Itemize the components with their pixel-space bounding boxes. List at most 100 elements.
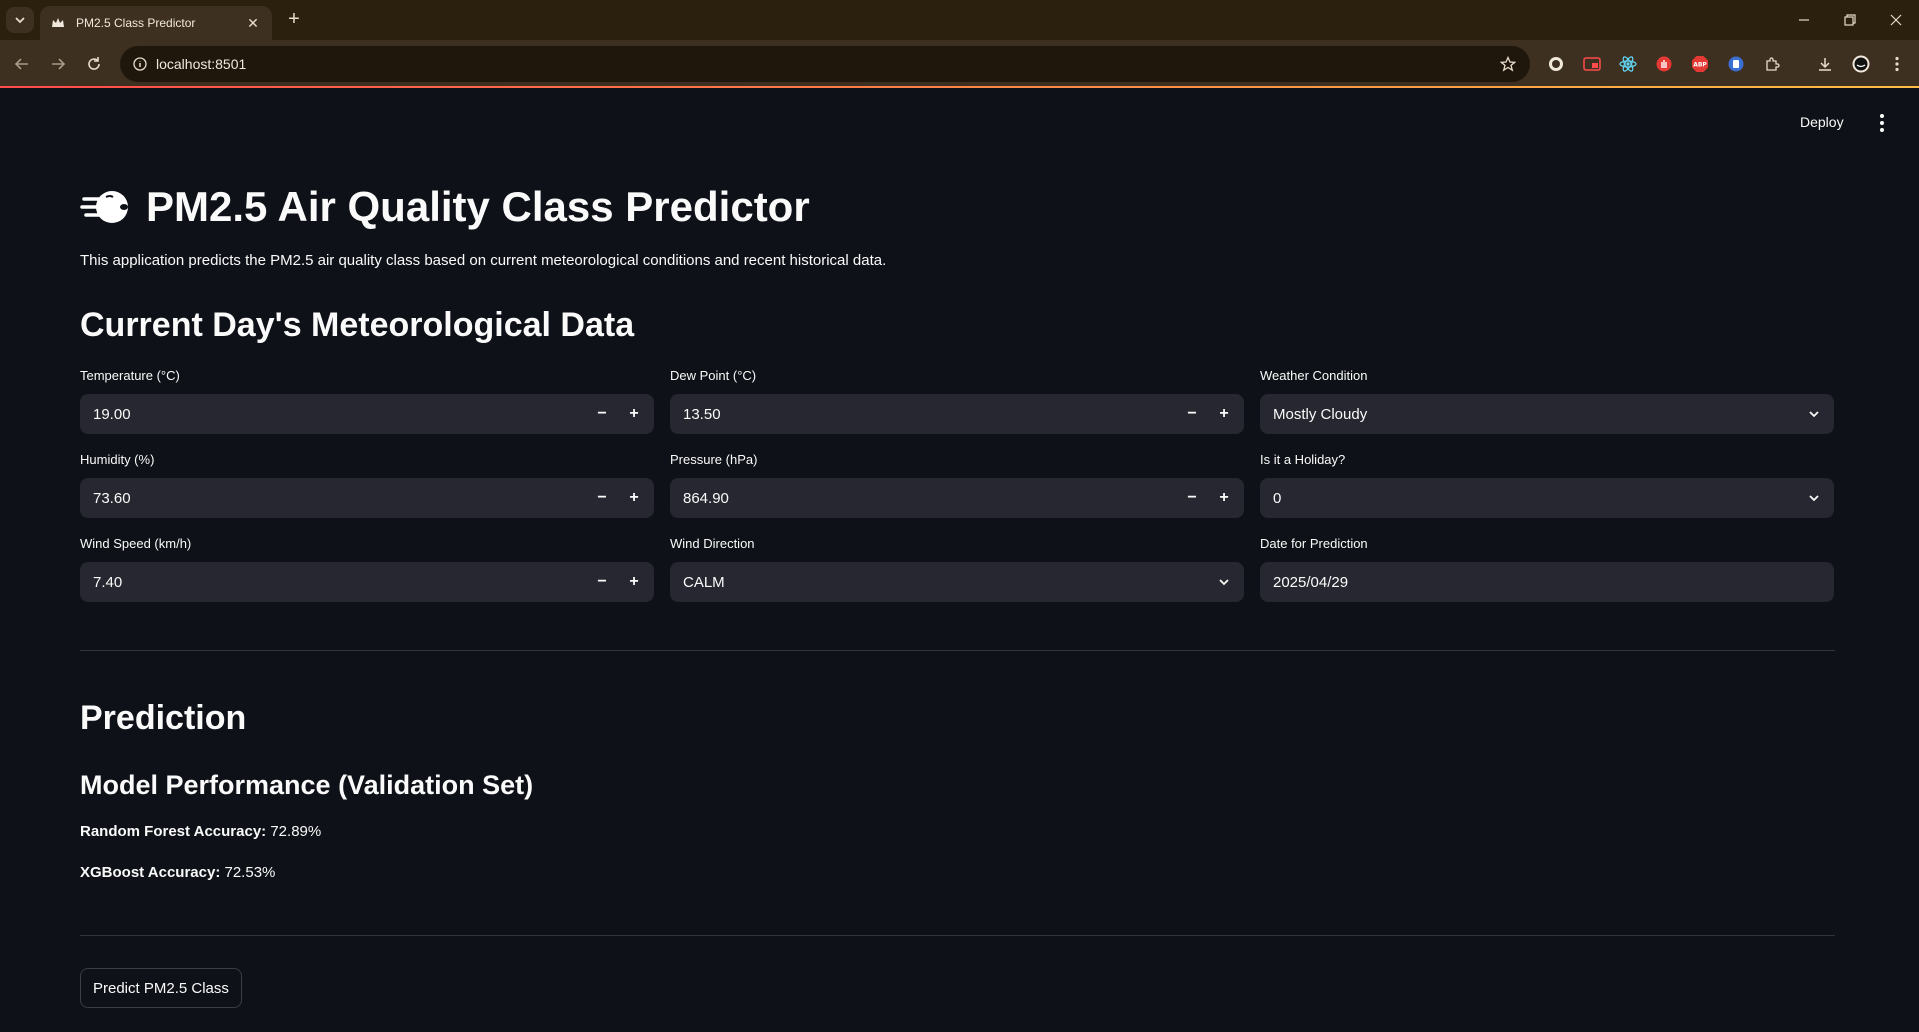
- extension-circle-icon[interactable]: [1546, 54, 1566, 74]
- profile-avatar[interactable]: [1851, 54, 1871, 74]
- address-bar[interactable]: localhost:8501: [120, 46, 1530, 82]
- reload-button[interactable]: [80, 50, 108, 78]
- chevron-down-icon: [15, 17, 25, 24]
- holiday-select[interactable]: 0: [1260, 478, 1834, 518]
- wind-direction-select[interactable]: CALM: [670, 562, 1244, 602]
- temperature-input[interactable]: 19.00 − +: [80, 394, 654, 434]
- humidity-decrement-button[interactable]: −: [586, 478, 618, 518]
- browser-toolbar: localhost:8501 ABP: [0, 40, 1919, 88]
- humidity-increment-button[interactable]: +: [618, 478, 650, 518]
- extension-react-icon[interactable]: [1618, 54, 1638, 74]
- reload-icon: [88, 57, 100, 70]
- close-tab-icon[interactable]: ✕: [244, 15, 262, 32]
- close-window-button[interactable]: [1876, 6, 1916, 34]
- arrow-right-icon: [52, 58, 66, 70]
- section-heading-prediction: Prediction: [80, 699, 247, 737]
- close-icon: [1890, 14, 1902, 26]
- wind-speed-decrement-button[interactable]: −: [586, 562, 618, 602]
- temperature-decrement-button[interactable]: −: [586, 394, 618, 434]
- dew-point-label: Dew Point (°C): [670, 368, 757, 383]
- section-divider: [80, 650, 1835, 651]
- download-icon[interactable]: [1815, 54, 1835, 74]
- bookmark-star-icon[interactable]: [1498, 54, 1518, 74]
- wind-direction-field: Wind Direction CALM: [670, 536, 1244, 602]
- site-info-icon[interactable]: [130, 54, 150, 74]
- weather-condition-field: Weather Condition Mostly Cloudy: [1260, 368, 1834, 434]
- restore-icon: [1844, 14, 1856, 26]
- arrow-left-icon: [14, 58, 28, 70]
- random-forest-accuracy-label: Random Forest Accuracy:: [80, 823, 267, 840]
- browser-tab[interactable]: PM2.5 Class Predictor ✕: [40, 6, 272, 40]
- app-header-accent-line: [0, 86, 1919, 88]
- humidity-input[interactable]: 73.60 − +: [80, 478, 654, 518]
- humidity-label: Humidity (%): [80, 452, 155, 467]
- pressure-label: Pressure (hPa): [670, 452, 758, 467]
- random-forest-accuracy: Random Forest Accuracy: 72.89%: [80, 823, 321, 840]
- predict-button[interactable]: Predict PM2.5 Class: [80, 968, 242, 1008]
- back-button[interactable]: [8, 50, 36, 78]
- pressure-decrement-button[interactable]: −: [1176, 478, 1208, 518]
- dew-point-decrement-button[interactable]: −: [1176, 394, 1208, 434]
- xgboost-accuracy: XGBoost Accuracy: 72.53%: [80, 864, 275, 881]
- new-tab-button[interactable]: +: [282, 8, 306, 32]
- restore-button[interactable]: [1830, 6, 1870, 34]
- holiday-value: 0: [1273, 489, 1282, 507]
- svg-text:ABP: ABP: [1693, 62, 1707, 69]
- page-title: PM2.5 Air Quality Class Predictor: [146, 183, 810, 230]
- forward-button[interactable]: [44, 50, 72, 78]
- weather-condition-select[interactable]: Mostly Cloudy: [1260, 394, 1834, 434]
- app-description: This application predicts the PM2.5 air …: [80, 252, 887, 269]
- xgboost-accuracy-value: 72.53%: [220, 864, 276, 881]
- dew-point-field: Dew Point (°C) 13.50 − +: [670, 368, 1244, 434]
- section-heading-model-performance: Model Performance (Validation Set): [80, 770, 534, 800]
- temperature-increment-button[interactable]: +: [618, 394, 650, 434]
- pressure-increment-button[interactable]: +: [1208, 478, 1240, 518]
- browser-tab-bar: PM2.5 Class Predictor ✕ +: [0, 0, 1919, 40]
- page-title-row: PM2.5 Air Quality Class Predictor: [80, 180, 810, 234]
- section-divider: [80, 935, 1835, 936]
- minimize-button[interactable]: [1784, 6, 1824, 34]
- extension-doc-icon[interactable]: [1726, 54, 1746, 74]
- browser-menu-icon[interactable]: [1887, 54, 1907, 74]
- extensions-puzzle-icon[interactable]: [1762, 54, 1782, 74]
- xgboost-accuracy-label: XGBoost Accuracy:: [80, 864, 221, 881]
- dew-point-increment-button[interactable]: +: [1208, 394, 1240, 434]
- prediction-date-value[interactable]: 2025/04/29: [1273, 574, 1348, 591]
- chevron-down-icon[interactable]: [1806, 406, 1822, 422]
- prediction-date-label: Date for Prediction: [1260, 536, 1368, 551]
- weather-condition-value: Mostly Cloudy: [1273, 405, 1368, 423]
- wind-direction-value: CALM: [683, 573, 725, 591]
- prediction-date-input[interactable]: 2025/04/29: [1260, 562, 1834, 602]
- temperature-field: Temperature (°C) 19.00 − +: [80, 368, 654, 434]
- wind-face-icon: [80, 191, 128, 223]
- pressure-field: Pressure (hPa) 864.90 − +: [670, 452, 1244, 518]
- extension-hand-icon[interactable]: [1654, 54, 1674, 74]
- humidity-value[interactable]: 73.60: [93, 490, 131, 507]
- wind-speed-label: Wind Speed (km/h): [80, 536, 192, 551]
- holiday-label: Is it a Holiday?: [1260, 452, 1346, 467]
- pressure-input[interactable]: 864.90 − +: [670, 478, 1244, 518]
- humidity-field: Humidity (%) 73.60 − +: [80, 452, 654, 518]
- url-text: localhost:8501: [156, 56, 247, 72]
- dew-point-value[interactable]: 13.50: [683, 406, 721, 423]
- section-heading-meteorological: Current Day's Meteorological Data: [80, 306, 635, 344]
- tab-title: PM2.5 Class Predictor: [76, 16, 196, 30]
- crown-icon: [50, 15, 66, 31]
- dew-point-input[interactable]: 13.50 − +: [670, 394, 1244, 434]
- chevron-down-icon[interactable]: [1806, 490, 1822, 506]
- wind-speed-value[interactable]: 7.40: [93, 574, 122, 591]
- adblock-icon[interactable]: ABP: [1690, 54, 1710, 74]
- wind-direction-label: Wind Direction: [670, 536, 755, 551]
- wind-speed-increment-button[interactable]: +: [618, 562, 650, 602]
- main-menu-icon[interactable]: [1874, 112, 1890, 134]
- prediction-date-field: Date for Prediction 2025/04/29: [1260, 536, 1834, 602]
- temperature-value[interactable]: 19.00: [93, 406, 131, 423]
- random-forest-accuracy-value: 72.89%: [266, 823, 322, 840]
- chevron-down-icon[interactable]: [1216, 574, 1232, 590]
- wind-speed-input[interactable]: 7.40 − +: [80, 562, 654, 602]
- tab-search-button[interactable]: [6, 7, 34, 33]
- temperature-label: Temperature (°C): [80, 368, 180, 383]
- pressure-value[interactable]: 864.90: [683, 490, 729, 507]
- deploy-button[interactable]: Deploy: [1800, 114, 1844, 130]
- extension-pip-icon[interactable]: [1582, 54, 1602, 74]
